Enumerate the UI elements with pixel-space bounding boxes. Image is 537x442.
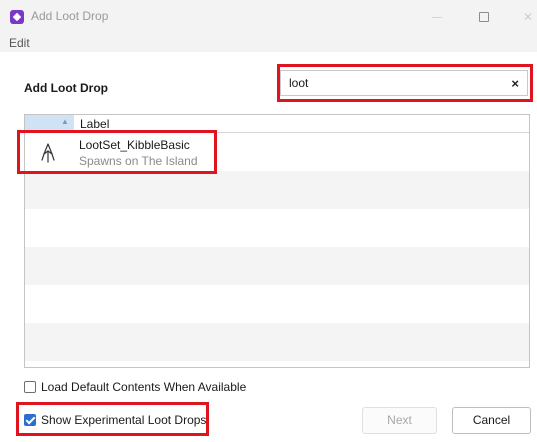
- list-item[interactable]: LootSet_KibbleBasic Spawns on The Island: [25, 133, 529, 171]
- empty-row: [25, 247, 529, 285]
- load-default-checkbox[interactable]: [24, 381, 36, 393]
- maximize-icon[interactable]: [474, 8, 494, 26]
- list-header: ▲ Label: [25, 115, 529, 133]
- sort-ascending-icon: ▲: [61, 117, 69, 126]
- show-experimental-label[interactable]: Show Experimental Loot Drops: [41, 413, 206, 427]
- show-experimental-option[interactable]: Show Experimental Loot Drops: [24, 412, 209, 430]
- column-header-label[interactable]: Label: [80, 117, 109, 131]
- show-experimental-checkbox[interactable]: [24, 414, 36, 426]
- load-default-label[interactable]: Load Default Contents When Available: [41, 380, 246, 394]
- window-title: Add Loot Drop: [31, 9, 109, 23]
- loot-drop-icon: [41, 143, 55, 163]
- clear-search-icon[interactable]: ×: [511, 76, 519, 91]
- list-item-name: LootSet_KibbleBasic: [79, 138, 190, 152]
- empty-row: [25, 323, 529, 361]
- empty-row: [25, 171, 529, 209]
- minimize-icon[interactable]: [427, 8, 447, 26]
- page-title: Add Loot Drop: [24, 81, 108, 95]
- sort-column[interactable]: ▲: [25, 115, 74, 132]
- cancel-button[interactable]: Cancel: [452, 407, 531, 434]
- menu-item-edit[interactable]: Edit: [9, 36, 30, 50]
- loot-drop-list[interactable]: ▲ Label LootSet_KibbleBasic Spawns on Th…: [24, 114, 530, 368]
- list-item-subtitle: Spawns on The Island: [79, 154, 198, 168]
- next-button[interactable]: Next: [362, 407, 437, 434]
- title-bar: Add Loot Drop ✕: [0, 0, 537, 34]
- close-icon[interactable]: ✕: [518, 8, 537, 26]
- search-input[interactable]: [289, 74, 489, 92]
- empty-row: [25, 285, 529, 323]
- search-field[interactable]: ×: [280, 70, 528, 96]
- menu-bar: Edit: [0, 34, 537, 52]
- diamond-app-icon: [10, 10, 24, 24]
- load-default-option[interactable]: Load Default Contents When Available: [24, 379, 264, 397]
- empty-row: [25, 209, 529, 247]
